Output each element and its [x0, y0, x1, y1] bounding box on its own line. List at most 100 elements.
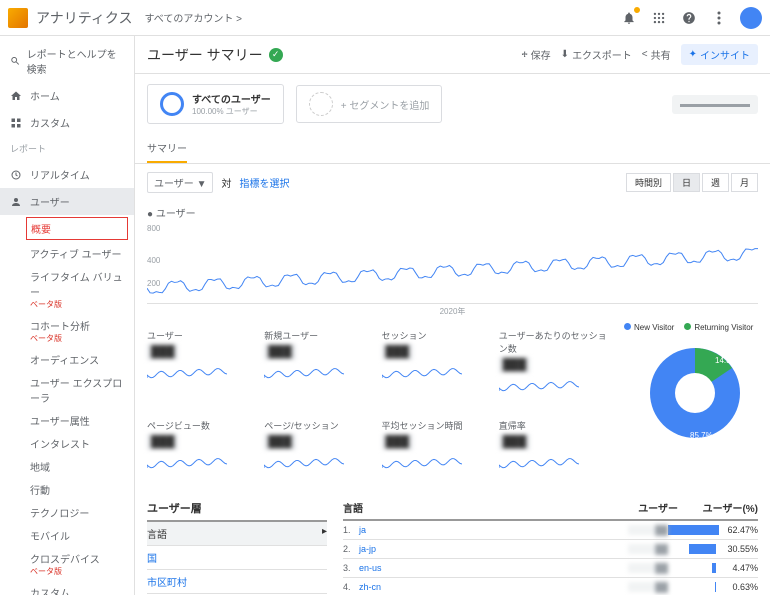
metric-box[interactable]: 直帰率███ — [499, 419, 608, 476]
table-row[interactable]: 4.zh-cn██0.63% — [343, 578, 758, 595]
nav-user-sub[interactable]: コホート分析ベータ版 — [0, 314, 134, 348]
pie-label-new: 85.7% — [690, 431, 713, 440]
ga-logo-icon — [8, 8, 28, 28]
metric-value: ███ — [264, 434, 295, 450]
metric-label: セッション — [382, 329, 491, 342]
lang-name: ja — [359, 525, 628, 535]
segment-add[interactable]: + セグメントを追加 — [296, 85, 443, 123]
nav-home[interactable]: ホーム — [0, 82, 134, 109]
chart-title: ● ユーザー — [147, 201, 758, 224]
segment-add-icon — [309, 92, 333, 116]
nav-user-sub[interactable]: クロスデバイスベータ版 — [0, 547, 134, 581]
verified-icon: ✓ — [269, 48, 283, 62]
search-input[interactable]: レポートとヘルプを検索 — [0, 40, 134, 82]
metric-dropdown[interactable]: ユーザー ▼ — [147, 172, 213, 193]
segment-all-users[interactable]: すべてのユーザー100.00% ユーザー — [147, 84, 284, 124]
nav-realtime[interactable]: リアルタイム — [0, 161, 134, 188]
metric-box[interactable]: 新規ユーザー ███ — [264, 329, 373, 399]
nav-user-sub[interactable]: カスタム — [0, 581, 134, 595]
metric-label: 平均セッション時間 — [382, 419, 491, 432]
avatar[interactable] — [740, 7, 762, 29]
sparkline — [382, 363, 462, 383]
y-tick: 400 — [147, 256, 160, 265]
table-row[interactable]: 3.en-us██4.47% — [343, 559, 758, 578]
dim-city[interactable]: 市区町村 — [147, 570, 327, 594]
sparkline — [147, 363, 227, 383]
metric-label: ページビュー数 — [147, 419, 256, 432]
dim-language[interactable]: 言語▸ — [147, 522, 327, 546]
metric-value: ███ — [382, 344, 413, 360]
nav-user-sub[interactable]: モバイル — [0, 524, 134, 547]
time-week[interactable]: 週 — [702, 173, 729, 192]
y-tick: 200 — [147, 279, 160, 288]
nav-user[interactable]: ユーザー — [0, 188, 134, 215]
nav-user-sub[interactable]: インタレスト — [0, 432, 134, 455]
nav-user-sub[interactable]: ユーザー属性 — [0, 409, 134, 432]
metric-box[interactable]: ユーザー███ — [147, 329, 256, 399]
metric-label: ユーザーあたりのセッション数 — [499, 329, 608, 355]
nav-user-sub[interactable]: 概要 — [26, 217, 128, 240]
apps-icon[interactable] — [650, 9, 668, 27]
insights-button[interactable]: ✦ インサイト — [681, 44, 758, 65]
help-icon[interactable] — [680, 9, 698, 27]
nav-user-sub[interactable]: アクティブ ユーザー — [0, 242, 134, 265]
dim-country[interactable]: 国 — [147, 546, 327, 570]
vs-label: 対 — [221, 175, 231, 190]
sidebar: レポートとヘルプを検索 ホーム カスタム レポート リアルタイム ユーザー 概要… — [0, 36, 135, 595]
search-placeholder: レポートとヘルプを検索 — [27, 46, 124, 76]
pie-legend: New Visitor Returning Visitor — [624, 323, 766, 332]
sparkline — [499, 453, 579, 473]
metric-label: 新規ユーザー — [264, 329, 373, 342]
metric-value: ███ — [264, 344, 295, 360]
metric-box[interactable]: 平均セッション時間 ███ — [382, 419, 491, 476]
metric-box[interactable]: ページ/セッション ███ — [264, 419, 373, 476]
table-row[interactable]: 2.ja-jp██30.55% — [343, 540, 758, 559]
pie-chart: 14.3% 85.7% — [640, 338, 750, 448]
time-day[interactable]: 日 — [673, 173, 700, 192]
x-label: 2020年 — [147, 304, 758, 319]
nav-user-sub[interactable]: 地域 — [0, 455, 134, 478]
lang-col-header: 言語 — [343, 500, 628, 515]
export-button[interactable]: ⬇ エクスポート — [561, 44, 632, 65]
metric-label: ページ/セッション — [264, 419, 373, 432]
app-header: アナリティクス すべてのアカウント > — [0, 0, 770, 36]
account-selector[interactable]: すべてのアカウント > — [144, 10, 242, 25]
more-icon[interactable] — [710, 9, 728, 27]
nav-user-sub[interactable]: オーディエンス — [0, 348, 134, 371]
lang-name: ja-jp — [359, 544, 628, 554]
metric-box[interactable]: セッション ███ — [382, 329, 491, 399]
nav-user-sub[interactable]: テクノロジー — [0, 501, 134, 524]
share-button[interactable]: < 共有 — [642, 44, 671, 65]
sparkline — [382, 453, 462, 473]
metric-select-link[interactable]: 指標を選択 — [239, 175, 289, 190]
metric-value: ███ — [382, 434, 413, 450]
metric-box[interactable]: ユーザーあたりのセッション数 ███ — [499, 329, 608, 399]
app-title: アナリティクス — [36, 8, 132, 28]
pie-label-returning: 14.3% — [715, 356, 738, 365]
save-button[interactable]: 🕂 保存 — [522, 44, 551, 65]
sparkline — [264, 453, 344, 473]
lang-col-header: ユーザー(%) — [678, 500, 758, 515]
nav-custom[interactable]: カスタム — [0, 109, 134, 136]
metric-value: ███ — [147, 344, 178, 360]
dimensions-column: ユーザー層 言語▸ 国 市区町村 システム ブラウザ オペレーティング システム… — [147, 496, 327, 595]
metric-value: ███ — [147, 434, 178, 450]
sparkline — [499, 376, 579, 396]
nav-user-sub[interactable]: ユーザー エクスプローラ — [0, 371, 134, 409]
nav-section-reports: レポート — [0, 136, 134, 161]
nav-user-sub[interactable]: 行動 — [0, 478, 134, 501]
date-range-picker[interactable]: ▬▬▬▬▬▬▬ — [672, 95, 758, 114]
time-hour[interactable]: 時間別 — [626, 173, 671, 192]
metric-value: ███ — [499, 357, 530, 373]
language-table: 言語 ユーザー ユーザー(%) 1.ja██62.47%2.ja-jp██30.… — [343, 496, 758, 595]
bell-icon[interactable] — [620, 9, 638, 27]
y-tick: 800 — [147, 224, 160, 233]
table-row[interactable]: 1.ja██62.47% — [343, 521, 758, 540]
lang-name: en-us — [359, 563, 628, 573]
nav-user-sub[interactable]: ライフタイム バリューベータ版 — [0, 265, 134, 314]
page-title: ユーザー サマリー — [147, 45, 263, 65]
metric-box[interactable]: ページビュー数 ███ — [147, 419, 256, 476]
time-month[interactable]: 月 — [731, 173, 758, 192]
tab-summary[interactable]: サマリー — [147, 134, 187, 163]
metric-label: 直帰率 — [499, 419, 608, 432]
